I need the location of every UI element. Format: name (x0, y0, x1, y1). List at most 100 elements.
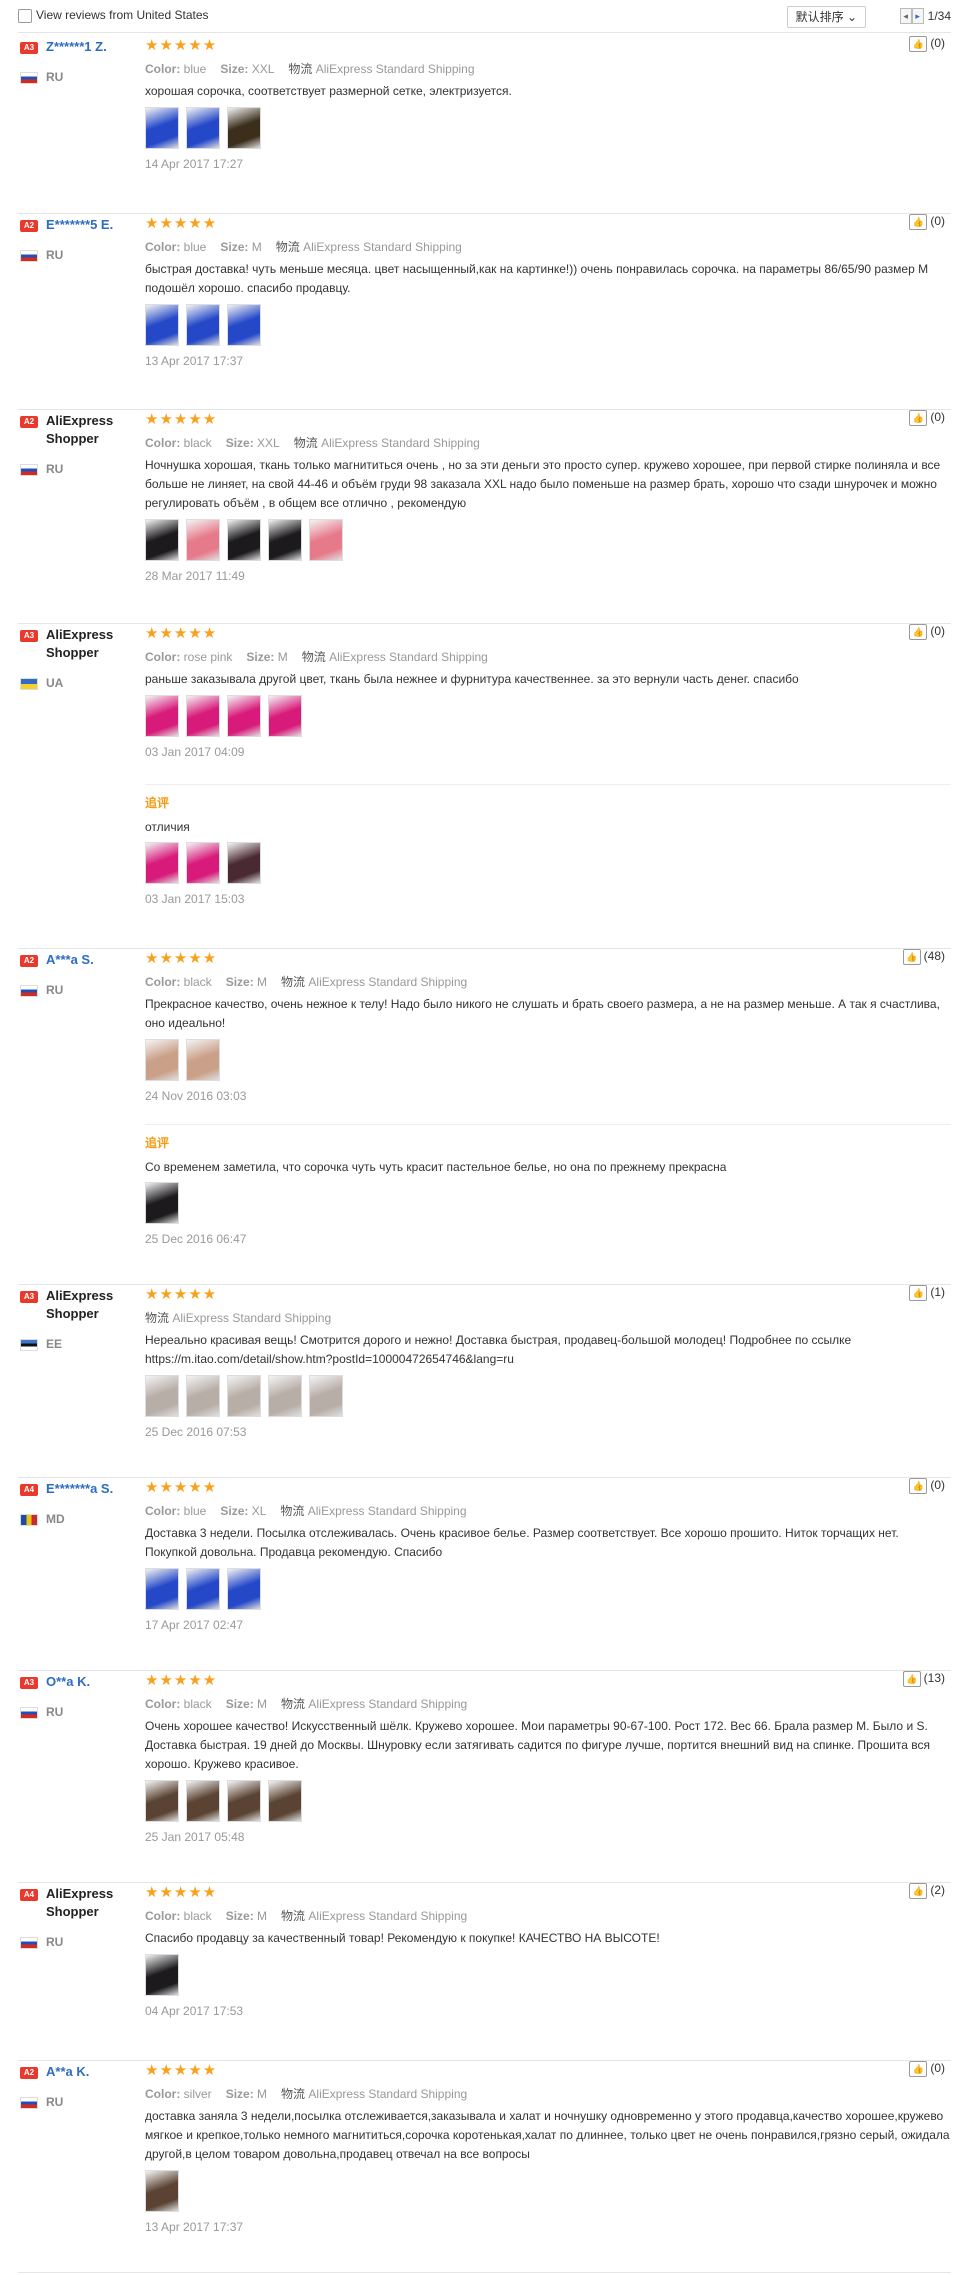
review-meta: 物流 AliExpress Standard Shipping (145, 1309, 331, 1326)
color-value: black (183, 1697, 212, 1711)
sort-dropdown[interactable]: 默认排序 ⌄ (786, 6, 866, 28)
helpful-button[interactable]: 👍 (2) (909, 1883, 945, 1899)
review-photo[interactable] (268, 1780, 302, 1822)
size-label: Size: (225, 975, 254, 989)
helpful-button[interactable]: 👍 (48) (902, 949, 945, 965)
review-photo[interactable] (186, 1780, 220, 1822)
us-filter-checkbox[interactable] (18, 9, 32, 23)
review-photo[interactable] (227, 1780, 261, 1822)
helpful-button[interactable]: 👍 (0) (909, 1478, 945, 1494)
review-text: Очень хорошее качество! Искусственный шё… (145, 1719, 930, 1771)
next-page-button[interactable]: ▸ (911, 8, 924, 24)
thumbs-up-icon: 👍 (902, 1671, 921, 1687)
prev-page-button[interactable]: ◂ (899, 8, 912, 24)
review-photo[interactable] (186, 304, 220, 346)
review-photo[interactable] (227, 107, 261, 149)
review-photo[interactable] (227, 1375, 261, 1417)
helpful-button[interactable]: 👍 (0) (909, 410, 945, 426)
helpful-button[interactable]: 👍 (0) (909, 2061, 945, 2077)
review-photo[interactable] (227, 1568, 261, 1610)
color-value: rose pink (183, 650, 233, 664)
size-value: M (257, 1909, 268, 1923)
review-photo[interactable] (145, 695, 179, 737)
shipping-method: AliExpress Standard Shipping (315, 62, 475, 76)
helpful-button[interactable]: 👍 (0) (909, 214, 945, 230)
helpful-button[interactable]: 👍 (0) (909, 624, 945, 640)
review-text: Прекрасное качество, очень нежное к телу… (145, 997, 940, 1030)
color-label: Color: (145, 436, 181, 450)
reviewer-name[interactable]: Z******1 Z. (46, 38, 140, 56)
color-label: Color: (145, 62, 181, 76)
helpful-button[interactable]: 👍 (0) (909, 36, 945, 52)
star-rating: ★★★★★ (145, 1286, 218, 1303)
star-rating: ★★★★★ (145, 37, 218, 54)
photo-strip (145, 1375, 350, 1417)
review-photo[interactable] (186, 1568, 220, 1610)
review-date: 14 Apr 2017 17:27 (145, 157, 244, 171)
thumbs-up-icon: 👍 (909, 410, 928, 426)
review-photo[interactable] (227, 695, 261, 737)
helpful-count: (1) (930, 1285, 945, 1300)
size-value: M (257, 1697, 268, 1711)
page-indicator: 1/34 (927, 9, 951, 23)
size-value: M (257, 2087, 268, 2101)
thumbs-up-icon: 👍 (909, 214, 928, 230)
size-label: Size: (225, 436, 254, 450)
buyer-level-badge: A3 (20, 1291, 38, 1303)
review-item: A4 E*******a S. MD ★★★★★ Color: blue Size: XL… (18, 1478, 951, 1671)
helpful-button[interactable]: 👍 (13) (902, 1671, 945, 1687)
helpful-button[interactable]: 👍 (1) (909, 1285, 945, 1301)
size-value: XXL (257, 436, 280, 450)
review-photo[interactable] (145, 1039, 179, 1081)
reviewer-name[interactable]: A**a K. (46, 2063, 140, 2081)
helpful-count: (0) (930, 410, 945, 425)
helpful-count: (0) (930, 36, 945, 51)
review-photo[interactable] (227, 519, 261, 561)
photo-strip (145, 2170, 186, 2212)
size-label: Size: (225, 1697, 254, 1711)
helpful-count: (0) (930, 214, 945, 229)
review-photo[interactable] (145, 842, 179, 884)
shipping-label: 物流 (281, 2087, 306, 2101)
helpful-count: (0) (930, 624, 945, 639)
review-photo[interactable] (186, 107, 220, 149)
reviewer-name[interactable]: O**a K. (46, 1673, 140, 1691)
review-photo[interactable] (186, 519, 220, 561)
review-photo[interactable] (145, 2170, 179, 2212)
shipping-label: 物流 (293, 436, 318, 450)
review-photo[interactable] (186, 1375, 220, 1417)
reviewer-name[interactable]: A***a S. (46, 951, 140, 969)
review-photo[interactable] (186, 842, 220, 884)
review-photo[interactable] (227, 304, 261, 346)
review-photo[interactable] (186, 1039, 220, 1081)
review-photo[interactable] (309, 1375, 343, 1417)
review-date: 13 Apr 2017 17:37 (145, 2220, 244, 2234)
review-photo[interactable] (268, 695, 302, 737)
review-photo[interactable] (268, 519, 302, 561)
review-photo[interactable] (268, 1375, 302, 1417)
review-photo[interactable] (145, 1568, 179, 1610)
review-photo[interactable] (145, 519, 179, 561)
review-meta: Color: black Size: M 物流 AliExpress Standar… (145, 1907, 467, 1924)
review-photo[interactable] (309, 519, 343, 561)
review-photo[interactable] (145, 1954, 179, 1996)
additional-review-text: Со временем заметила, что сорочка чуть ч… (145, 1160, 727, 1174)
review-meta: Color: blue Size: XXL 物流 AliExpress Standa… (145, 60, 475, 77)
shipping-method: AliExpress Standard Shipping (308, 975, 468, 989)
additional-review-text: отличия (145, 820, 190, 834)
review-photo[interactable] (145, 1375, 179, 1417)
review-photo[interactable] (186, 695, 220, 737)
reviewer-name: AliExpress Shopper (46, 1288, 114, 1321)
review-photo[interactable] (145, 107, 179, 149)
country-code: RU (46, 2095, 64, 2109)
review-text: доставка заняла 3 недели,посылка отслежи… (145, 2109, 950, 2161)
reviewer-name[interactable]: E*******a S. (46, 1480, 140, 1498)
review-photo[interactable] (145, 1780, 179, 1822)
country-flag-icon (20, 2097, 38, 2109)
reviewer-name[interactable]: E*******5 E. (46, 216, 140, 234)
size-value: M (277, 650, 288, 664)
review-photo[interactable] (145, 1182, 179, 1224)
review-photo[interactable] (227, 842, 261, 884)
review-photo[interactable] (145, 304, 179, 346)
size-label: Size: (246, 650, 275, 664)
